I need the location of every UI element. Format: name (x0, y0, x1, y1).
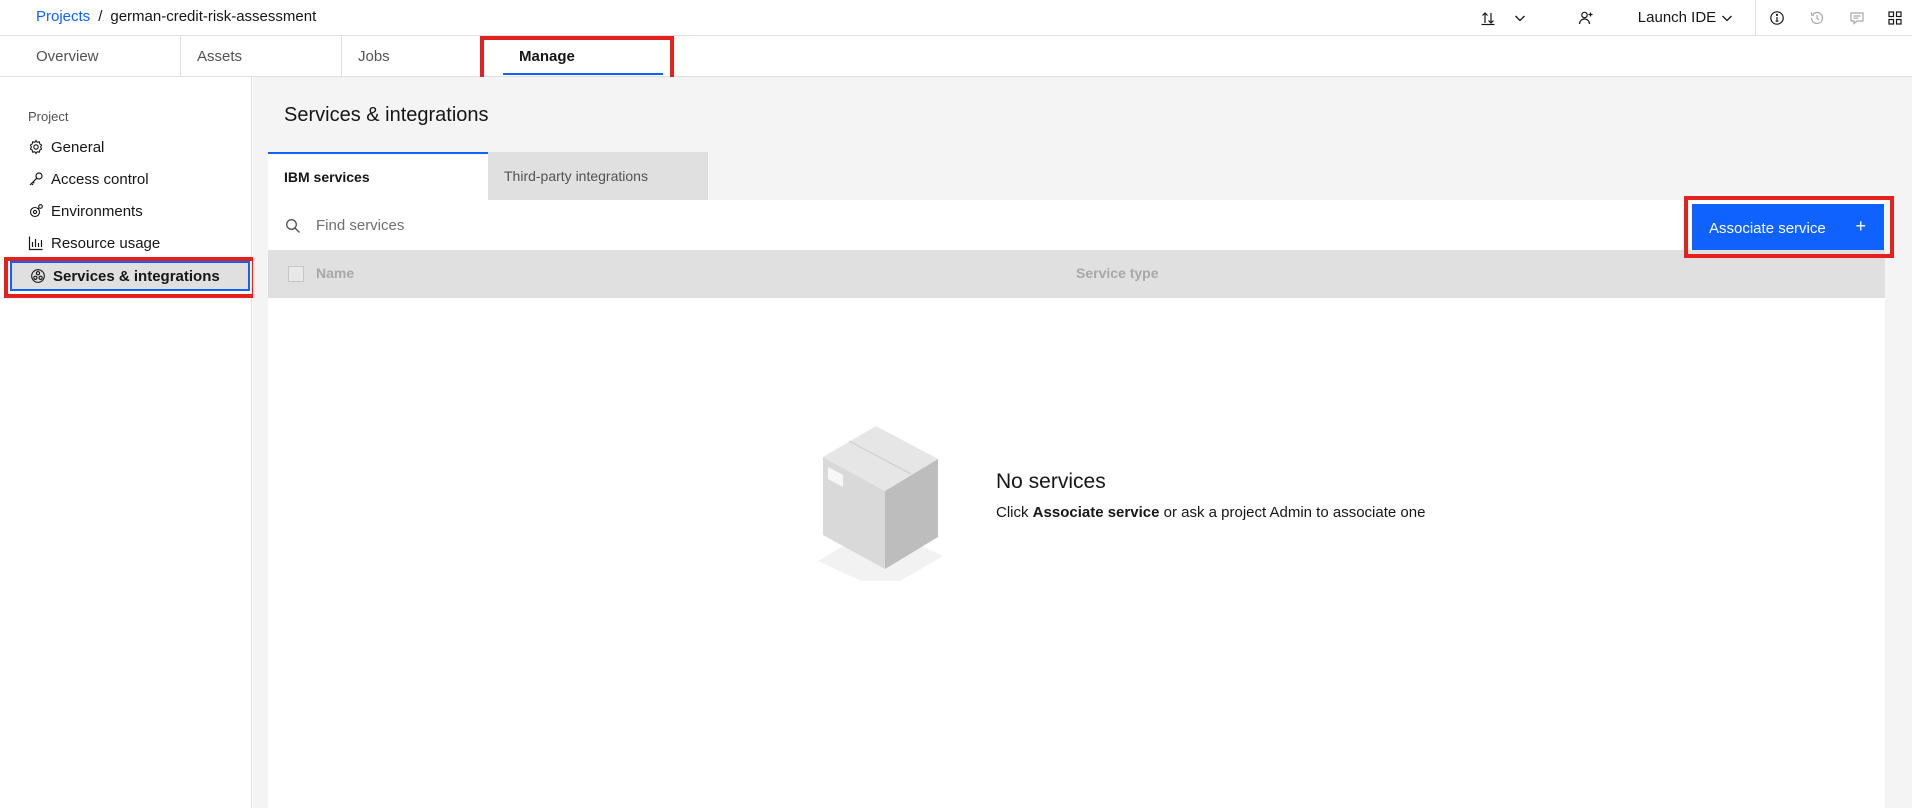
sidebar-item-access-control[interactable]: Access control (28, 165, 149, 193)
associate-service-label: Associate service (1709, 219, 1826, 237)
column-header-service-type[interactable]: Service type (1076, 265, 1159, 281)
environment-icon (28, 203, 44, 219)
sidebar: Project General Access control Environme… (0, 77, 252, 808)
tab-third-party-integrations[interactable]: Third-party integrations (488, 152, 708, 200)
main-content: Services & integrations IBM services Thi… (253, 77, 1912, 808)
app-switcher-icon[interactable] (1880, 0, 1910, 35)
sidebar-item-label: Access control (51, 170, 149, 188)
empty-state-associate-link: Associate service (1032, 504, 1160, 521)
sidebar-item-resource-usage[interactable]: Resource usage (28, 229, 160, 257)
comment-icon[interactable] (1842, 0, 1872, 35)
breadcrumb: Projects / german-credit-risk-assessment (36, 8, 316, 25)
settings-icon (28, 139, 44, 155)
sidebar-item-environments[interactable]: Environments (28, 197, 143, 225)
sidebar-item-label: Environments (51, 202, 143, 220)
sidebar-item-label: Resource usage (51, 234, 161, 252)
key-icon (28, 171, 44, 187)
chevron-down-icon[interactable] (1506, 0, 1534, 35)
chart-icon (28, 235, 44, 251)
tab-overview[interactable]: Overview (20, 36, 180, 77)
empty-state-text: Click Associate service or ask a project… (996, 504, 1425, 521)
empty-box-illustration (813, 411, 963, 591)
breadcrumb-separator: / (98, 8, 103, 25)
launch-ide-button[interactable]: Launch IDE (1637, 0, 1717, 35)
tab-assets[interactable]: Assets (181, 36, 341, 77)
search-bar (268, 200, 1885, 250)
info-icon[interactable] (1762, 0, 1792, 35)
chevron-down-icon[interactable] (1714, 0, 1740, 35)
associate-service-button[interactable]: Associate service + (1692, 204, 1884, 252)
upload-download-icon[interactable] (1472, 0, 1504, 35)
add-collaborator-icon[interactable] (1570, 0, 1602, 35)
sidebar-item-label: General (51, 138, 105, 156)
select-all-checkbox[interactable] (288, 266, 304, 282)
breadcrumb-current: german-credit-risk-assessment (110, 8, 317, 25)
history-icon[interactable] (1802, 0, 1832, 35)
breadcrumb-projects-link[interactable]: Projects (36, 8, 90, 25)
search-input[interactable] (316, 210, 1416, 240)
sidebar-item-label: Services & integrations (53, 267, 220, 285)
sidebar-heading: Project (28, 109, 69, 124)
empty-state-title: No services (996, 470, 1106, 493)
empty-state-text-suffix: or ask a project Admin to associate one (1163, 504, 1426, 521)
tab-manage[interactable]: Manage (503, 36, 663, 77)
tab-ibm-services[interactable]: IBM services (268, 152, 488, 200)
search-icon (285, 218, 301, 234)
empty-state-text-prefix: Click (996, 504, 1029, 521)
table-header: Name Service type (268, 250, 1885, 298)
tab-jobs[interactable]: Jobs (342, 36, 502, 77)
header-divider (1755, 0, 1756, 35)
table-body: No services Click Associate service or a… (268, 298, 1885, 808)
services-icon (30, 268, 46, 284)
sidebar-item-general[interactable]: General (28, 133, 104, 161)
column-header-name[interactable]: Name (316, 265, 354, 281)
project-tabs: Overview Assets Jobs Manage (0, 36, 1912, 77)
sidebar-item-services-integrations[interactable]: Services & integrations (10, 261, 250, 291)
page-title: Services & integrations (284, 104, 489, 126)
top-bar: Projects / german-credit-risk-assessment L… (0, 0, 1912, 36)
add-icon: + (1855, 216, 1866, 236)
